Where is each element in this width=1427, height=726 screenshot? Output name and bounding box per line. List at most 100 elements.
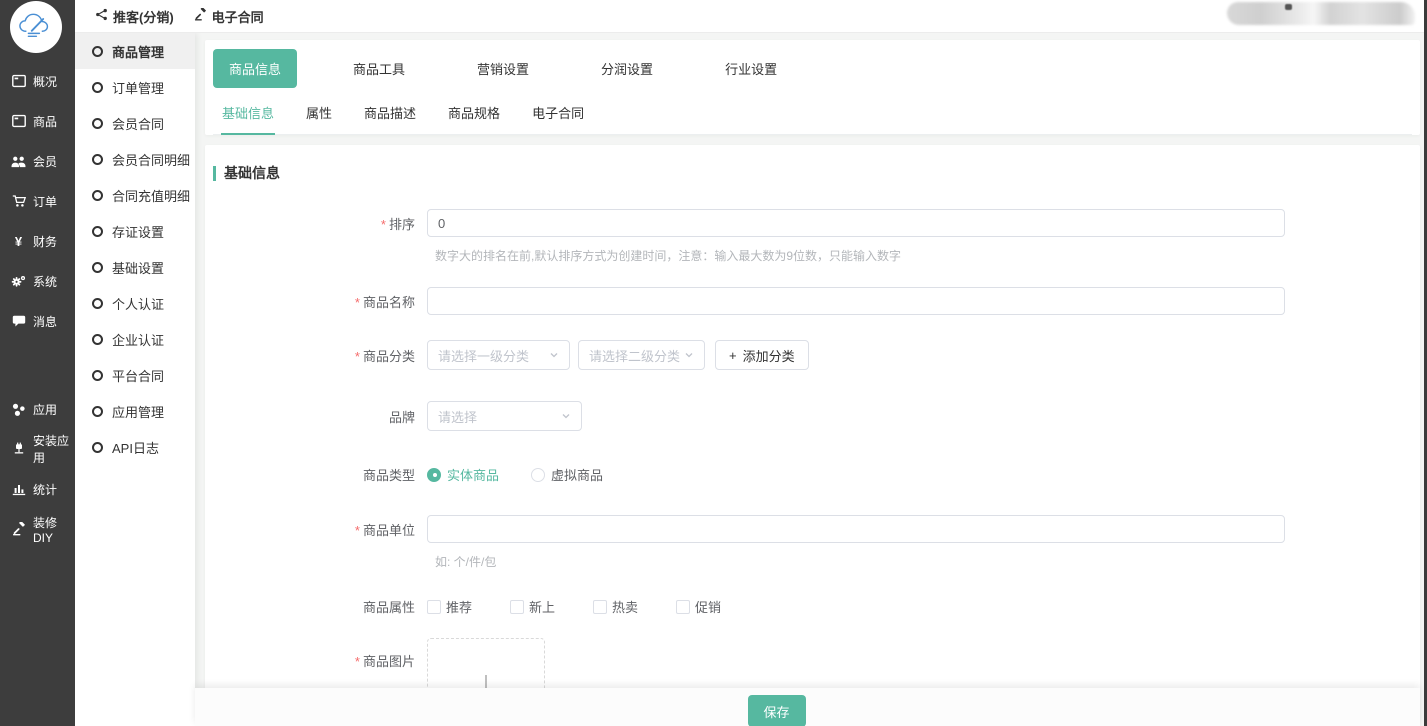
- goods-name-input[interactable]: [427, 287, 1285, 315]
- sidebar-item-messages[interactable]: 消息: [0, 301, 75, 341]
- submenu-item-label: 应用管理: [112, 402, 164, 421]
- submenu-item-personal-auth[interactable]: 个人认证: [75, 285, 195, 321]
- goods-type-label: 商品类型: [205, 465, 427, 484]
- submenu-item-platform-contract[interactable]: 平台合同: [75, 357, 195, 393]
- brand-select[interactable]: 请选择: [427, 401, 582, 431]
- section-title-text: 基础信息: [224, 163, 280, 183]
- submenu-item-contract-recharge-detail[interactable]: 合同充值明细: [75, 177, 195, 213]
- category-level2-select[interactable]: 请选择二级分类: [578, 340, 705, 370]
- sidebar-item-label: 商品: [33, 113, 57, 130]
- submenu-item-evidence-settings[interactable]: 存证设置: [75, 213, 195, 249]
- section-title: 基础信息: [205, 163, 1420, 183]
- chevron-down-icon: [684, 348, 694, 363]
- sort-input[interactable]: [427, 209, 1285, 237]
- subtab-goods-description[interactable]: 商品描述: [363, 94, 417, 135]
- sidebar-item-label: 应用: [33, 401, 57, 418]
- brand-placeholder: 请选择: [438, 407, 477, 426]
- diy-icon: [11, 522, 26, 537]
- orders-icon: [11, 194, 26, 209]
- plus-icon: +: [729, 348, 737, 363]
- sidebar-item-label: 消息: [33, 313, 57, 330]
- checkbox-hot[interactable]: 热卖: [593, 597, 638, 616]
- add-category-label: 添加分类: [743, 346, 795, 365]
- chevron-down-icon: [561, 409, 571, 424]
- members-icon: [11, 154, 26, 169]
- sidebar-item-apps[interactable]: 应用: [0, 389, 75, 429]
- subtab-attributes[interactable]: 属性: [305, 94, 333, 135]
- checkbox-recommend[interactable]: 推荐: [427, 597, 472, 616]
- sidebar-item-label: 安装应用: [33, 432, 75, 466]
- goods-unit-input[interactable]: [427, 515, 1285, 543]
- sidebar-item-install-apps[interactable]: 安装应用: [0, 429, 75, 469]
- add-category-button[interactable]: + 添加分类: [715, 340, 809, 370]
- save-button[interactable]: 保存: [748, 695, 806, 726]
- gavel-icon: [194, 8, 207, 24]
- topbar-menu-tuike[interactable]: 推客(分销): [95, 7, 174, 26]
- category-level1-select[interactable]: 请选择一级分类: [427, 340, 570, 370]
- circle-icon: [92, 442, 103, 453]
- finance-icon: ¥: [11, 234, 26, 249]
- topbar-menu-label: 电子合同: [212, 7, 264, 26]
- app-logo: [10, 1, 62, 53]
- submenu-item-label: API日志: [112, 438, 159, 457]
- tab-goods-tools[interactable]: 商品工具: [337, 49, 421, 88]
- radio-physical-goods[interactable]: 实体商品: [427, 465, 499, 484]
- circle-icon: [92, 154, 103, 165]
- tabs-card: 商品信息 商品工具 营销设置 分润设置 行业设置 基础信息 属性 商品描述 商品…: [205, 40, 1420, 135]
- sidebar-item-label: 装修DIY: [33, 514, 75, 545]
- sidebar-item-goods[interactable]: 商品: [0, 101, 75, 141]
- share-nodes-icon: [95, 8, 108, 24]
- section-accent-bar: [213, 166, 216, 181]
- tab-profit-settings[interactable]: 分润设置: [585, 49, 669, 88]
- radio-virtual-goods[interactable]: 虚拟商品: [531, 465, 603, 484]
- topbar-menu-contract[interactable]: 电子合同: [194, 7, 264, 26]
- submenu-item-label: 个人认证: [112, 294, 164, 313]
- submenu-item-label: 会员合同: [112, 114, 164, 133]
- tab-marketing-settings[interactable]: 营销设置: [461, 49, 545, 88]
- form-row-sort: 排序: [205, 209, 1420, 237]
- footer-action-bar: 保存: [195, 688, 1420, 726]
- cloud-signature-logo-icon: [14, 5, 58, 49]
- checkbox-new[interactable]: 新上: [510, 597, 555, 616]
- topbar: 推客(分销) 电子合同: [75, 0, 1427, 33]
- goods-icon: [11, 114, 26, 129]
- tab-goods-info[interactable]: 商品信息: [213, 49, 297, 88]
- brand-label: 品牌: [205, 407, 427, 426]
- submenu-item-label: 存证设置: [112, 222, 164, 241]
- submenu-item-label: 基础设置: [112, 258, 164, 277]
- submenu-item-member-contract-detail[interactable]: 会员合同明细: [75, 141, 195, 177]
- checkbox-icon: [593, 600, 607, 614]
- submenu-item-order-management[interactable]: 订单管理: [75, 69, 195, 105]
- submenu-item-app-management[interactable]: 应用管理: [75, 393, 195, 429]
- sidebar-item-finance[interactable]: ¥ 财务: [0, 221, 75, 261]
- submenu-item-label: 订单管理: [112, 78, 164, 97]
- submenu-item-member-contract[interactable]: 会员合同: [75, 105, 195, 141]
- submenu-item-enterprise-auth[interactable]: 企业认证: [75, 321, 195, 357]
- category-level2-placeholder: 请选择二级分类: [589, 346, 680, 365]
- redacted-user-info: [1227, 2, 1415, 25]
- statistics-icon: [11, 482, 26, 497]
- tab-industry-settings[interactable]: 行业设置: [709, 49, 793, 88]
- form-row-goods-unit: 商品单位: [205, 515, 1420, 543]
- circle-icon: [92, 46, 103, 57]
- sidebar-item-system[interactable]: 系统: [0, 261, 75, 301]
- sidebar-item-diy[interactable]: 装修DIY: [0, 509, 75, 549]
- form-row-brand: 品牌 请选择: [205, 401, 1420, 431]
- circle-icon: [92, 82, 103, 93]
- goods-name-label: 商品名称: [205, 292, 427, 311]
- category-label: 商品分类: [205, 346, 427, 365]
- submenu-item-goods-management[interactable]: 商品管理: [75, 33, 195, 69]
- subtab-basic-info[interactable]: 基础信息: [221, 94, 275, 135]
- subtab-goods-spec[interactable]: 商品规格: [447, 94, 501, 135]
- goods-attrs-checkbox-group: 推荐 新上 热卖 促销: [427, 597, 759, 616]
- goods-unit-helper-text: 如: 个/件/包: [435, 553, 1420, 571]
- sidebar-item-orders[interactable]: 订单: [0, 181, 75, 221]
- submenu-item-api-log[interactable]: API日志: [75, 429, 195, 465]
- sidebar-item-overview[interactable]: 概况: [0, 61, 75, 101]
- sidebar-item-members[interactable]: 会员: [0, 141, 75, 181]
- submenu-item-basic-settings[interactable]: 基础设置: [75, 249, 195, 285]
- subtab-e-contract[interactable]: 电子合同: [531, 94, 585, 135]
- goods-type-radio-group: 实体商品 虚拟商品: [427, 465, 635, 484]
- checkbox-promo[interactable]: 促销: [676, 597, 721, 616]
- sidebar-item-statistics[interactable]: 统计: [0, 469, 75, 509]
